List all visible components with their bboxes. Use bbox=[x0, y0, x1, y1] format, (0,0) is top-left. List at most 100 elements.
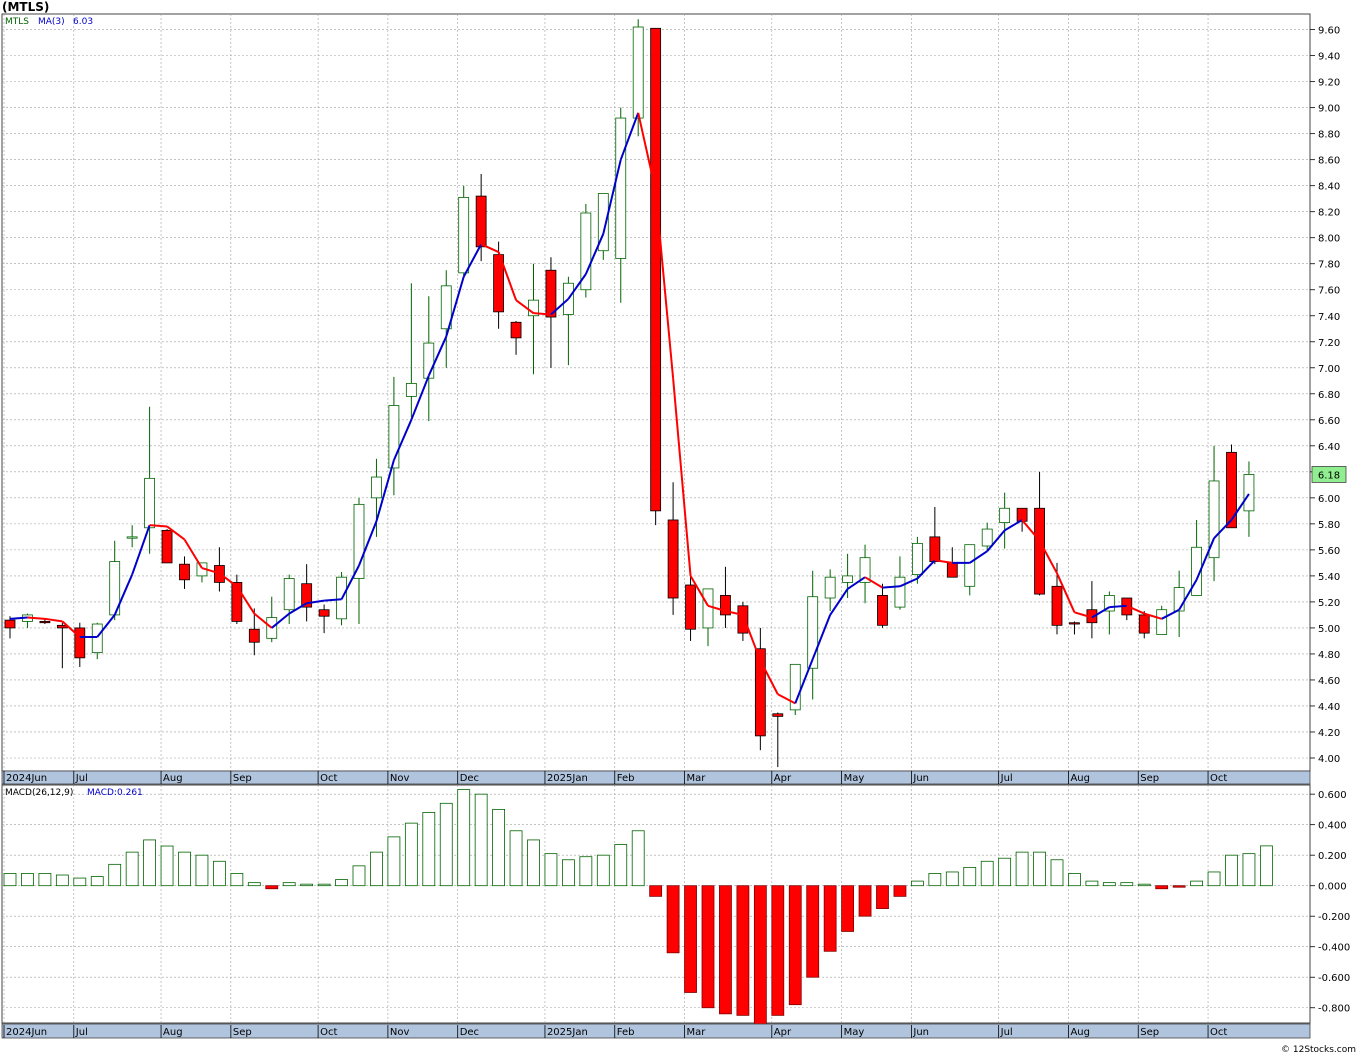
macd-bar bbox=[980, 860, 994, 887]
macd-bar bbox=[1015, 851, 1029, 887]
macd-bar bbox=[684, 885, 697, 993]
macd-bar bbox=[509, 830, 523, 887]
date-tick-label: Jun bbox=[912, 1027, 929, 1038]
price-tick-label: 5.20 bbox=[1318, 598, 1340, 609]
date-tick-label: May bbox=[844, 1027, 865, 1038]
last-price-label: 6.18 bbox=[1318, 470, 1340, 481]
macd-bar bbox=[1155, 885, 1169, 890]
candle-body bbox=[1173, 587, 1185, 612]
macd-bar bbox=[457, 789, 471, 887]
candle-body bbox=[650, 27, 662, 512]
macd-bar bbox=[527, 839, 540, 887]
candle-body bbox=[1051, 585, 1063, 626]
date-tick-label: Jun bbox=[912, 773, 929, 784]
date-tick-label: Jul bbox=[75, 773, 88, 784]
macd-bar bbox=[666, 885, 680, 954]
price-tick-label: 5.80 bbox=[1318, 520, 1340, 531]
macd-bar bbox=[178, 851, 191, 887]
ma-segment bbox=[882, 585, 901, 589]
price-tick-label: 6.00 bbox=[1318, 494, 1340, 505]
candle-body bbox=[179, 563, 190, 581]
date-tick-label: Sep bbox=[233, 773, 252, 784]
macd-bar bbox=[265, 885, 279, 890]
date-tick-label: Aug bbox=[1070, 773, 1090, 784]
macd-bar bbox=[230, 873, 244, 887]
candle-body bbox=[685, 584, 696, 630]
candle-body bbox=[231, 582, 243, 622]
date-strip-top bbox=[1, 770, 1311, 785]
price-tick-label: 7.80 bbox=[1318, 260, 1340, 271]
candle-body bbox=[981, 528, 993, 547]
macd-bar bbox=[21, 873, 34, 887]
candle-body bbox=[667, 519, 679, 599]
price-tick-label: 4.40 bbox=[1318, 702, 1340, 713]
ma-segment bbox=[149, 524, 168, 528]
macd-bar bbox=[38, 873, 52, 887]
macd-tick-label: -0.400 bbox=[1318, 943, 1350, 954]
macd-bar bbox=[945, 871, 959, 887]
candle-body bbox=[824, 576, 836, 599]
watermark: © 12Stocks.com bbox=[1281, 1045, 1356, 1055]
macd-bar bbox=[1050, 859, 1064, 887]
macd-bar bbox=[788, 885, 802, 1006]
macd-bar bbox=[300, 883, 314, 887]
candle-body bbox=[929, 536, 941, 562]
price-tick-label: 5.40 bbox=[1318, 572, 1340, 583]
date-tick-label: 2024Jun bbox=[6, 773, 47, 784]
candle-body bbox=[144, 477, 156, 529]
candle-body bbox=[772, 713, 784, 717]
macd-panel bbox=[1, 784, 1311, 1024]
candle-body bbox=[39, 621, 51, 624]
ma-segment bbox=[9, 616, 28, 620]
date-tick-label: Nov bbox=[390, 1027, 410, 1038]
date-tick-label: Feb bbox=[617, 1027, 635, 1038]
macd-bar bbox=[247, 882, 261, 887]
candle-body bbox=[702, 588, 714, 629]
macd-bar bbox=[544, 853, 558, 887]
macd-bar bbox=[614, 844, 628, 887]
macd-bar bbox=[1068, 873, 1081, 887]
date-tick-label: Feb bbox=[617, 773, 635, 784]
macd-bar bbox=[1190, 880, 1203, 887]
macd-bar bbox=[492, 809, 506, 887]
macd-bar bbox=[439, 802, 453, 887]
macd-bar bbox=[1172, 885, 1186, 888]
macd-bar bbox=[596, 854, 610, 887]
candle-body bbox=[266, 617, 278, 639]
macd-bar bbox=[108, 863, 122, 887]
macd-bar bbox=[579, 856, 593, 887]
candle-body bbox=[1156, 609, 1168, 635]
macd-bar bbox=[858, 885, 872, 917]
date-tick-label: Mar bbox=[687, 1027, 707, 1038]
macd-tick-label: 0.400 bbox=[1318, 821, 1347, 832]
macd-bar bbox=[387, 836, 401, 887]
candle-body bbox=[877, 595, 888, 626]
price-tick-label: 7.20 bbox=[1318, 338, 1340, 349]
macd-bar bbox=[1225, 854, 1238, 887]
macd-bar bbox=[3, 873, 17, 887]
date-strip-bottom bbox=[1, 1023, 1311, 1039]
candle-body bbox=[1069, 622, 1080, 625]
price-tick-label: 8.00 bbox=[1318, 234, 1340, 245]
date-tick-label: Sep bbox=[1140, 1027, 1159, 1038]
candle-body bbox=[74, 627, 86, 659]
macd-bar bbox=[1085, 880, 1099, 887]
legend-ma-value: 6.03 bbox=[73, 17, 93, 27]
price-tick-label: 6.80 bbox=[1318, 390, 1340, 401]
price-tick-label: 9.60 bbox=[1318, 26, 1340, 37]
price-tick-label: 7.40 bbox=[1318, 312, 1340, 323]
date-tick-label: Jul bbox=[1000, 1027, 1013, 1038]
chart-title: (MTLS) bbox=[2, 0, 49, 14]
price-tick-label: 4.80 bbox=[1318, 650, 1340, 661]
date-tick-label: Oct bbox=[1210, 773, 1227, 784]
price-tick-label: 6.60 bbox=[1318, 416, 1340, 427]
macd-bar bbox=[422, 812, 436, 887]
candle-body bbox=[248, 628, 260, 643]
macd-bar bbox=[160, 845, 174, 887]
macd-bar bbox=[753, 885, 767, 1025]
price-tick-label: 8.60 bbox=[1318, 156, 1340, 167]
date-tick-label: Aug bbox=[163, 773, 183, 784]
macd-bar bbox=[1207, 871, 1221, 887]
legend-ma-label: MA(3) bbox=[38, 17, 65, 27]
price-tick-label: 5.00 bbox=[1318, 624, 1340, 635]
